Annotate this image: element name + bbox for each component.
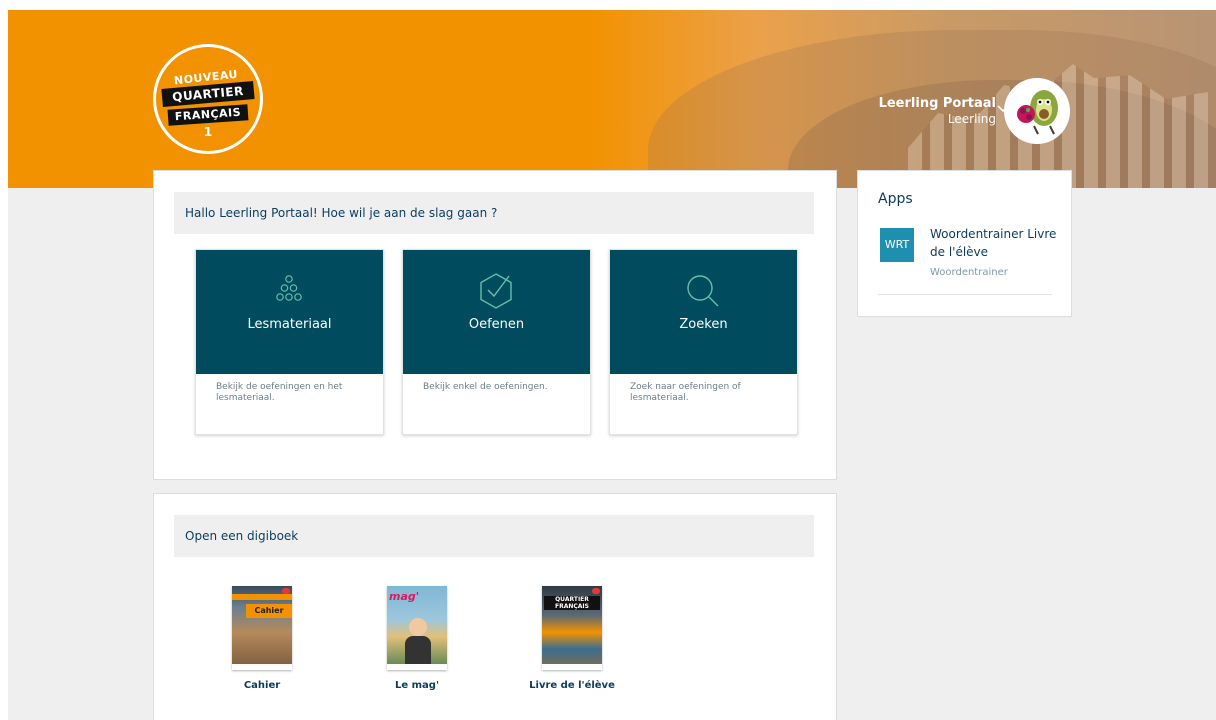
- app-name-link[interactable]: Woordentrainer Livre de l'élève: [930, 225, 1060, 261]
- page: NOUVEAU QUARTIER FRANÇAIS 1 Leerling Por…: [0, 0, 1216, 720]
- book-label: Livre de l'élève: [529, 680, 615, 691]
- avocado-mascot-icon: [1017, 90, 1058, 135]
- apps-title: Apps: [878, 191, 913, 207]
- dots-pyramid-icon: [276, 275, 302, 301]
- book-cahier[interactable]: Cahier Cahier: [202, 586, 322, 691]
- book-livre-de-leleve[interactable]: QUARTIER FRANÇAIS Livre de l'élève: [512, 586, 632, 691]
- user-menu[interactable]: Leerling Portaal Leerling: [879, 96, 996, 127]
- tile-description: Bekijk enkel de oefeningen.: [423, 382, 548, 392]
- avatar[interactable]: [1004, 78, 1070, 144]
- book-cover: Cahier: [232, 586, 292, 670]
- tile-description: Bekijk de oefeningen en het lesmateriaal…: [216, 382, 343, 403]
- tile-title: Lesmateriaal: [247, 317, 332, 332]
- brand-logo[interactable]: NOUVEAU QUARTIER FRANÇAIS 1: [153, 44, 263, 154]
- tile-header: Zoeken: [610, 250, 797, 374]
- tile-zoeken[interactable]: Zoeken Zoek naar oefeningen of lesmateri…: [609, 249, 798, 435]
- divider: [878, 294, 1052, 295]
- tile-title: Oefenen: [468, 317, 525, 332]
- logo-number: 1: [203, 125, 213, 139]
- cover-title: Cahier: [246, 604, 292, 618]
- tile-title: Zoeken: [679, 317, 728, 332]
- tile-header: Oefenen: [403, 250, 590, 374]
- cover-title: QUARTIER FRANÇAIS: [544, 596, 600, 610]
- app-badge[interactable]: WRT: [880, 228, 914, 262]
- apps-card: Apps WRT Woordentrainer Livre de l'élève…: [857, 170, 1072, 317]
- start-card: Hallo Leerling Portaal! Hoe wil je aan d…: [153, 170, 837, 480]
- cover-title: mag': [389, 590, 420, 603]
- tile-description: Zoek naar oefeningen of lesmateriaal.: [630, 382, 741, 403]
- tile-header: Lesmateriaal: [196, 250, 383, 374]
- book-label: Le mag': [394, 680, 440, 691]
- greeting-heading: Hallo Leerling Portaal! Hoe wil je aan d…: [174, 192, 814, 234]
- digibook-card: Open een digiboek Cahier Cahier mag' Le: [153, 493, 837, 720]
- app-subtitle: Woordentrainer: [930, 267, 1008, 278]
- tile-lesmateriaal[interactable]: Lesmateriaal Bekijk de oefeningen en het…: [195, 249, 384, 435]
- browser-viewport: NOUVEAU QUARTIER FRANÇAIS 1 Leerling Por…: [8, 10, 1216, 720]
- user-name: Leerling Portaal: [878, 96, 996, 111]
- tile-oefenen[interactable]: Oefenen Bekijk enkel de oefeningen.: [402, 249, 591, 435]
- search-icon: [687, 275, 719, 307]
- book-cover: mag': [387, 586, 447, 670]
- user-role: Leerling: [947, 112, 996, 126]
- header-banner: NOUVEAU QUARTIER FRANÇAIS 1 Leerling Por…: [8, 10, 1216, 188]
- book-label: Cahier: [243, 680, 281, 691]
- hexagon-check-icon: [480, 273, 512, 309]
- book-cover: QUARTIER FRANÇAIS: [542, 586, 602, 670]
- digibook-heading: Open een digiboek: [174, 515, 814, 557]
- logo-line: FRANÇAIS: [167, 104, 249, 126]
- book-le-mag[interactable]: mag' Le mag': [357, 586, 477, 691]
